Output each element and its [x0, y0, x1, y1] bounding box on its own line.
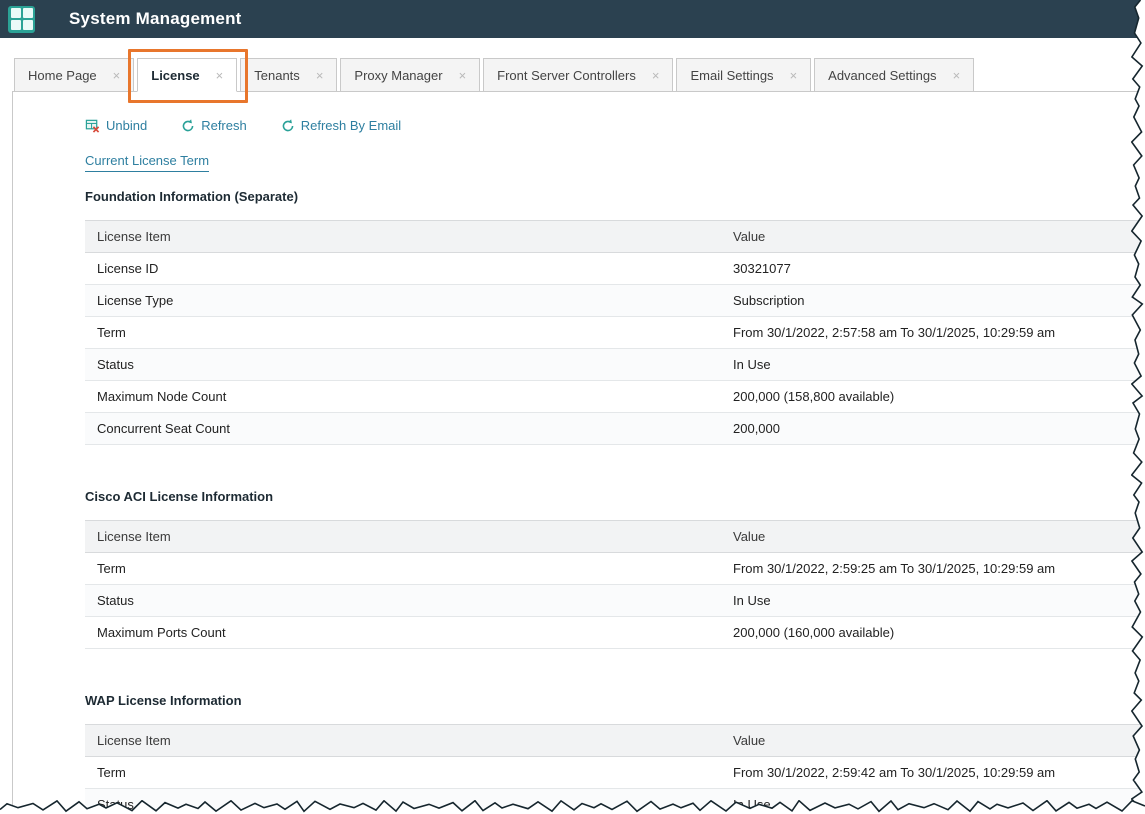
tab-tenants[interactable]: Tenants ×	[240, 58, 337, 92]
tab-home-page[interactable]: Home Page ×	[14, 58, 134, 92]
table-row: License Type Subscription	[85, 285, 1145, 317]
tab-bar: Home Page × License × Tenants × Proxy Ma…	[14, 58, 1145, 92]
page: System Management Home Page × License × …	[0, 0, 1145, 814]
table-header-row: License Item Value	[85, 725, 1145, 757]
section-title-cisco-aci: Cisco ACI License Information	[85, 489, 1145, 504]
table-row: Maximum Ports Count 200,000 (160,000 ava…	[85, 617, 1145, 649]
app-grid-icon[interactable]	[8, 6, 35, 33]
unbind-button[interactable]: Unbind	[85, 118, 147, 133]
table-row: Status In Use	[85, 585, 1145, 617]
table-row: Term From 30/1/2022, 2:59:42 am To 30/1/…	[85, 757, 1145, 789]
tab-advanced-settings[interactable]: Advanced Settings ×	[814, 58, 974, 92]
unbind-table-icon	[85, 118, 100, 133]
column-header-license-item: License Item	[85, 725, 721, 757]
column-header-license-item: License Item	[85, 521, 721, 553]
page-title: System Management	[69, 9, 242, 29]
toolbar: Unbind Refresh Refresh B	[85, 118, 1145, 133]
tab-license[interactable]: License ×	[137, 58, 237, 92]
tab-close-icon[interactable]: ×	[652, 69, 660, 82]
column-header-value: Value	[721, 221, 1145, 253]
tab-close-icon[interactable]: ×	[953, 69, 961, 82]
refresh-icon	[281, 119, 295, 133]
tab-front-server-controllers[interactable]: Front Server Controllers ×	[483, 58, 673, 92]
refresh-by-email-button[interactable]: Refresh By Email	[281, 118, 401, 133]
tab-label: Front Server Controllers	[497, 68, 636, 83]
table-row: Status In Use	[85, 789, 1145, 814]
tab-label: Email Settings	[690, 68, 773, 83]
tab-proxy-manager[interactable]: Proxy Manager ×	[340, 58, 480, 92]
section-title-foundation: Foundation Information (Separate)	[85, 189, 1145, 204]
table-row: Term From 30/1/2022, 2:59:25 am To 30/1/…	[85, 553, 1145, 585]
table-row: Status In Use	[85, 349, 1145, 381]
column-header-license-item: License Item	[85, 221, 721, 253]
tab-close-icon[interactable]: ×	[316, 69, 324, 82]
table-header-row: License Item Value	[85, 521, 1145, 553]
tab-label: License	[151, 68, 199, 83]
tab-close-icon[interactable]: ×	[216, 69, 224, 82]
tab-email-settings[interactable]: Email Settings ×	[676, 58, 811, 92]
content-panel: Unbind Refresh Refresh B	[12, 91, 1145, 814]
tab-close-icon[interactable]: ×	[459, 69, 467, 82]
current-license-term-link[interactable]: Current License Term	[85, 153, 209, 172]
cisco-aci-license-table: License Item Value Term From 30/1/2022, …	[85, 520, 1145, 649]
tab-label: Home Page	[28, 68, 97, 83]
tab-close-icon[interactable]: ×	[113, 69, 121, 82]
tab-label: Tenants	[254, 68, 300, 83]
table-header-row: License Item Value	[85, 221, 1145, 253]
table-row: License ID 30321077	[85, 253, 1145, 285]
table-row: Maximum Node Count 200,000 (158,800 avai…	[85, 381, 1145, 413]
table-row: Concurrent Seat Count 200,000	[85, 413, 1145, 445]
table-row: Term From 30/1/2022, 2:57:58 am To 30/1/…	[85, 317, 1145, 349]
section-title-wap: WAP License Information	[85, 693, 1145, 708]
tab-label: Advanced Settings	[828, 68, 936, 83]
column-header-value: Value	[721, 521, 1145, 553]
foundation-license-table: License Item Value License ID 30321077 L…	[85, 220, 1145, 445]
column-header-value: Value	[721, 725, 1145, 757]
tab-label: Proxy Manager	[354, 68, 442, 83]
wap-license-table: License Item Value Term From 30/1/2022, …	[85, 724, 1145, 814]
tab-close-icon[interactable]: ×	[790, 69, 798, 82]
app-header: System Management	[0, 0, 1145, 38]
refresh-icon	[181, 119, 195, 133]
refresh-button[interactable]: Refresh	[181, 118, 247, 133]
